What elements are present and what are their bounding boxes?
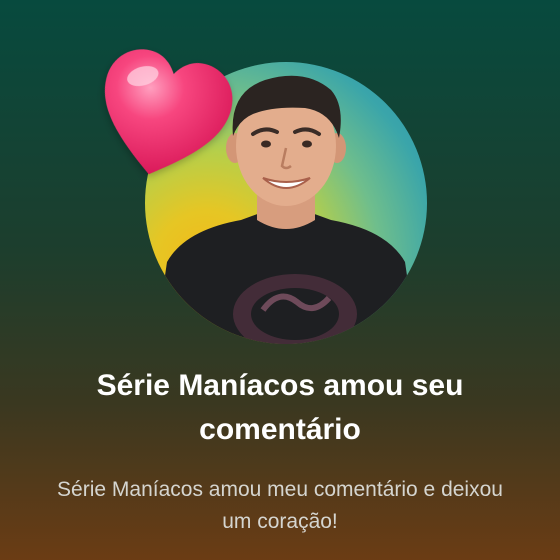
notification-title: Série Maníacos amou seu comentário [96,369,464,446]
reaction-notification-card: Série Maníacos amou seu comentário Série… [0,0,560,560]
notification-message: Série Maníacos amou meu comentário e dei… [57,478,503,533]
